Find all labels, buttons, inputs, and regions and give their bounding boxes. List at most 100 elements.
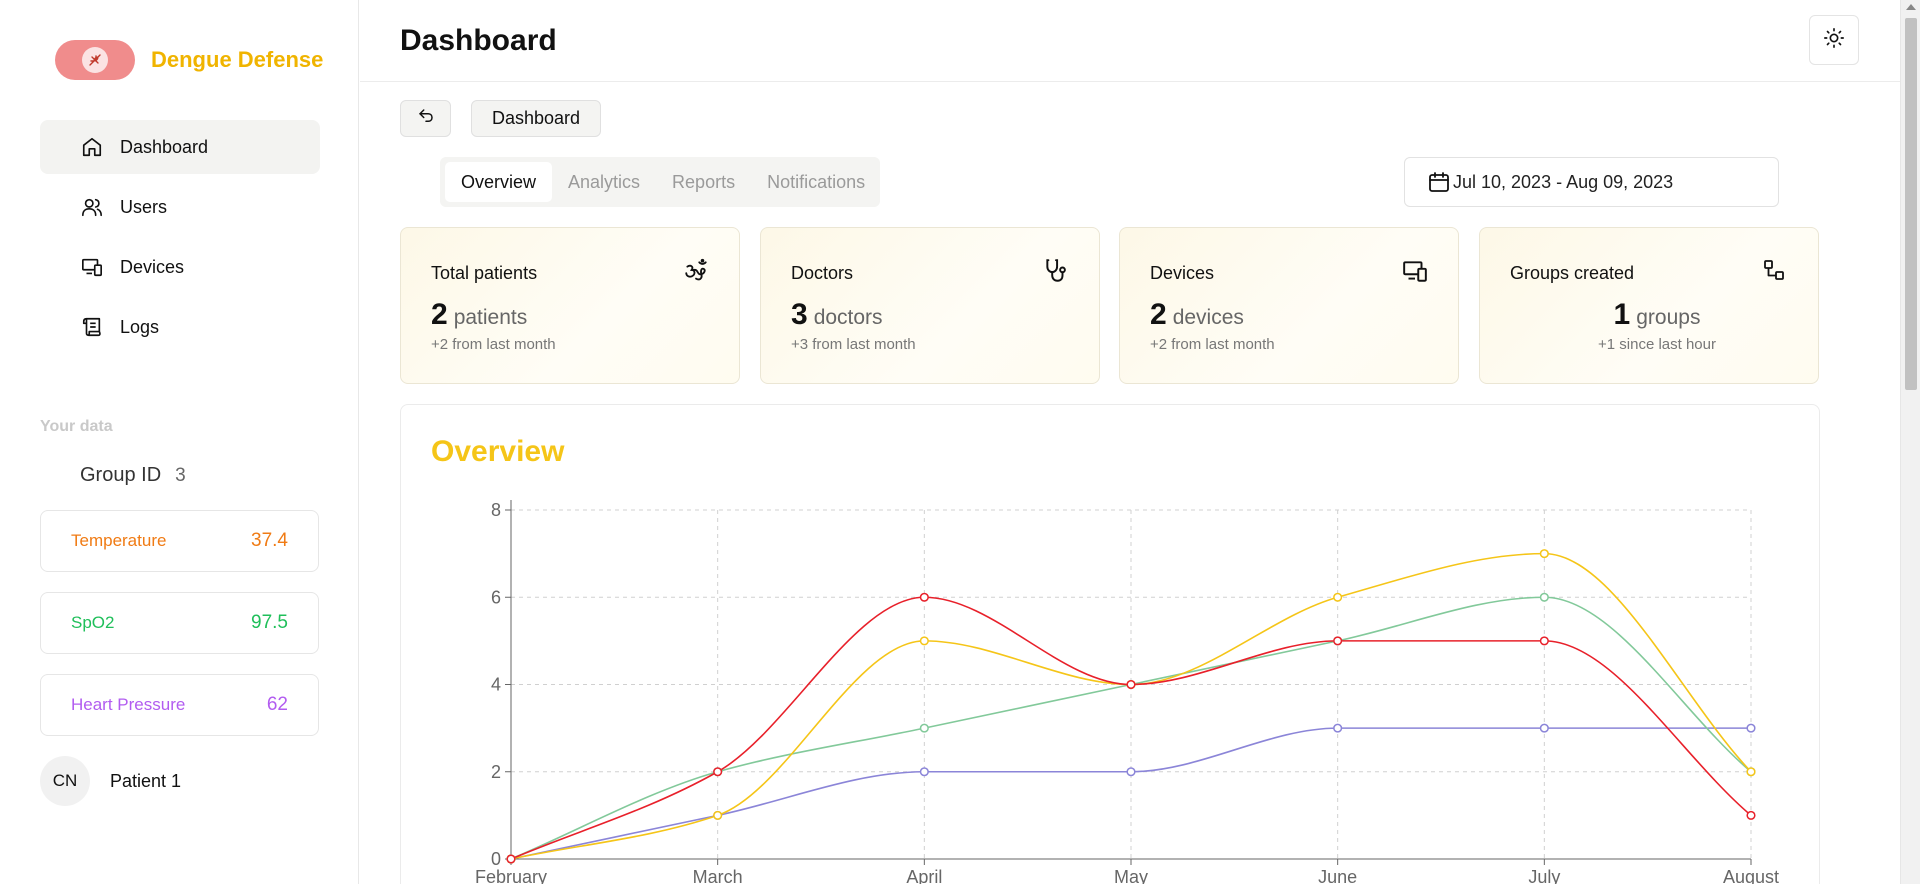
sidebar-item-label: Logs: [120, 316, 160, 337]
sidebar-item-users[interactable]: Users: [40, 180, 320, 234]
stat-unit: groups: [1636, 306, 1701, 329]
metric-value: 37.4: [251, 530, 288, 551]
sun-icon: [1823, 27, 1845, 54]
stat-title: Total patients: [431, 263, 538, 283]
undo-icon: [417, 107, 435, 130]
sidebar-item-label: Users: [120, 196, 168, 217]
data-point: [1746, 723, 1756, 733]
tab-bar: Overview Analytics Reports Notifications: [440, 157, 880, 207]
y-tick-label: 2: [491, 762, 501, 782]
stat-card-doctors: Doctors 3 doctors +3 from last month: [760, 227, 1100, 384]
y-tick-label: 0: [491, 849, 501, 869]
data-point: [506, 854, 516, 864]
sidebar-item-devices[interactable]: Devices: [40, 240, 320, 294]
tab-notifications[interactable]: Notifications: [751, 162, 881, 202]
y-tick-label: 8: [491, 500, 501, 520]
metric-value: 62: [266, 694, 288, 715]
stat-title: Devices: [1150, 263, 1215, 283]
data-point: [919, 592, 929, 602]
overview-line-chart: 0 2 4 6 8 February March April May June July August: [475, 500, 1779, 884]
data-point: [1539, 723, 1549, 733]
tab-overview[interactable]: Overview: [445, 162, 553, 202]
data-point: [1539, 636, 1549, 646]
y-tick-label: 6: [491, 587, 501, 607]
x-tick-label: April: [906, 867, 942, 884]
scroll-icon: [80, 315, 104, 339]
metric-label: Heart Pressure: [71, 695, 186, 714]
stat-unit: patients: [453, 306, 528, 329]
theme-toggle-button[interactable]: [1809, 15, 1859, 65]
back-button[interactable]: [400, 100, 451, 137]
x-tick-label: June: [1318, 867, 1357, 884]
x-tick-label: July: [1528, 867, 1560, 884]
stat-title: Doctors: [791, 263, 854, 283]
stat-subtext: +3 from last month: [791, 336, 916, 353]
om-icon: [683, 258, 709, 284]
sidebar-item-label: Dashboard: [120, 136, 209, 157]
metric-label: Temperature: [71, 531, 167, 550]
data-point: [919, 636, 929, 646]
stat-value: 1 groups: [1613, 298, 1701, 331]
stat-card-groups: Groups created 1 groups +1 since last hou…: [1479, 227, 1819, 384]
stat-card-patients: Total patients 2 patients +2 from last mo…: [400, 227, 740, 384]
data-point: [1539, 549, 1549, 559]
stat-title: Groups created: [1510, 263, 1635, 283]
brand-name: Dengue Defense: [151, 47, 324, 72]
metric-temperature[interactable]: Temperature 37.4: [40, 510, 319, 572]
sidebar-item-logs[interactable]: Logs: [40, 300, 320, 354]
data-point: [919, 723, 929, 733]
breadcrumb[interactable]: Dashboard: [471, 100, 602, 137]
data-point: [713, 767, 723, 777]
group-id-value: 3: [175, 465, 186, 486]
patient-name: Patient 1: [110, 770, 182, 791]
users-icon: [80, 195, 104, 219]
group-id-label: Group ID: [80, 464, 162, 486]
stat-subtext: +2 from last month: [431, 336, 556, 353]
tab-reports[interactable]: Reports: [656, 162, 751, 202]
scrollbar-thumb[interactable]: [1905, 18, 1917, 390]
sidebar: Dengue Defense Dashboard Users Devices L…: [0, 0, 359, 884]
data-point: [1333, 636, 1343, 646]
sidebar-nav: Dashboard Users Devices Logs: [40, 120, 320, 360]
overview-card: Overview 0 2 4 6 8 February March April May June J…: [400, 404, 1820, 884]
x-tick-label: August: [1723, 867, 1779, 884]
x-tick-label: May: [1114, 867, 1148, 884]
mosquito-icon: [82, 47, 108, 73]
metric-spo2[interactable]: SpO2 97.5: [40, 592, 319, 654]
devices-icon: [1402, 258, 1428, 284]
sidebar-item-dashboard[interactable]: Dashboard: [40, 120, 320, 174]
stat-subtext: +2 from last month: [1150, 336, 1275, 353]
section-label: Your data: [40, 418, 113, 435]
devices-icon: [80, 255, 104, 279]
stat-unit: devices: [1172, 306, 1244, 329]
tab-analytics[interactable]: Analytics: [552, 162, 656, 202]
stat-value: 2 devices: [1150, 298, 1244, 331]
brand[interactable]: Dengue Defense: [55, 40, 323, 80]
scrollbar[interactable]: [1900, 0, 1920, 884]
metric-label: SpO2: [71, 613, 115, 632]
home-icon: [80, 135, 104, 159]
data-point: [1333, 723, 1343, 733]
data-point: [1126, 767, 1136, 777]
stat-value: 2 patients: [431, 298, 528, 331]
data-point: [919, 767, 929, 777]
calendar-icon: [1427, 170, 1451, 194]
metric-heart-pressure[interactable]: Heart Pressure 62: [40, 674, 319, 736]
data-point: [1539, 592, 1549, 602]
data-point: [1126, 679, 1136, 690]
stat-unit: doctors: [813, 306, 883, 329]
data-point: [1746, 810, 1756, 820]
stethoscope-icon: [1043, 258, 1069, 284]
stat-subtext: +1 since last hour: [1598, 336, 1716, 353]
brand-logo: [55, 40, 135, 80]
y-tick-label: 4: [491, 675, 501, 695]
header: Dashboard: [360, 0, 1900, 82]
x-tick-label: February: [475, 867, 547, 884]
stat-card-devices: Devices 2 devices +2 from last month: [1119, 227, 1459, 384]
patient-selector[interactable]: CN Patient 1: [40, 756, 181, 806]
date-range-picker[interactable]: Jul 10, 2023 - Aug 09, 2023: [1404, 157, 1779, 207]
avatar: CN: [40, 756, 90, 806]
metric-value: 97.5: [251, 612, 288, 633]
scroll-up-arrow[interactable]: [1906, 4, 1916, 10]
group-icon: [1762, 258, 1788, 284]
